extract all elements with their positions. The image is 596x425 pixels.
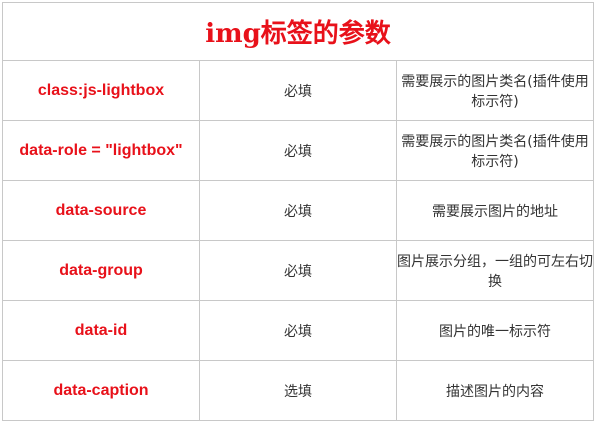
table-row: data-caption 选填 描述图片的内容 (2, 360, 594, 421)
img-params-table: img标签的参数 class:js-lightbox 必填 需要展示的图片类名(… (2, 2, 594, 421)
param-required: 必填 (199, 300, 397, 361)
table-title: img标签的参数 (2, 2, 594, 61)
param-description: 图片展示分组，一组的可左右切换 (396, 240, 594, 301)
param-name: data-id (2, 300, 200, 361)
table-row: data-id 必填 图片的唯一标示符 (2, 300, 594, 361)
param-description: 需要展示的图片类名(插件使用标示符) (396, 60, 594, 121)
param-name: data-group (2, 240, 200, 301)
param-required: 选填 (199, 360, 397, 421)
table-row: class:js-lightbox 必填 需要展示的图片类名(插件使用标示符) (2, 60, 594, 121)
param-required: 必填 (199, 60, 397, 121)
param-description: 需要展示的图片类名(插件使用标示符) (396, 120, 594, 181)
param-required: 必填 (199, 240, 397, 301)
table-row: data-role = "lightbox" 必填 需要展示的图片类名(插件使用… (2, 120, 594, 181)
param-description: 图片的唯一标示符 (396, 300, 594, 361)
table-row: data-source 必填 需要展示图片的地址 (2, 180, 594, 241)
param-name: class:js-lightbox (2, 60, 200, 121)
param-description: 描述图片的内容 (396, 360, 594, 421)
table-title-row: img标签的参数 (2, 2, 594, 61)
param-required: 必填 (199, 120, 397, 181)
param-description: 需要展示图片的地址 (396, 180, 594, 241)
param-required: 必填 (199, 180, 397, 241)
table-row: data-group 必填 图片展示分组，一组的可左右切换 (2, 240, 594, 301)
param-name: data-source (2, 180, 200, 241)
param-name: data-role = "lightbox" (2, 120, 200, 181)
param-name: data-caption (2, 360, 200, 421)
